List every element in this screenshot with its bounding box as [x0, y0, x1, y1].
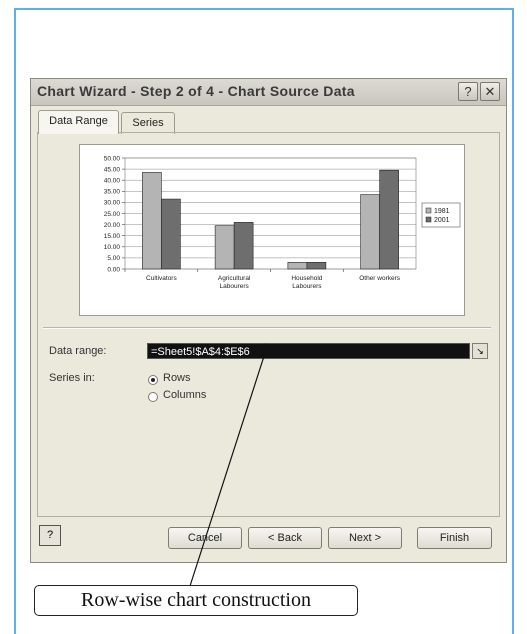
title-bar: Chart Wizard - Step 2 of 4 - Chart Sourc… — [31, 79, 506, 106]
series-in-label: Series in: — [49, 372, 95, 384]
x-tick-label: Cultivators — [146, 275, 177, 282]
callout-label: Row-wise chart construction — [34, 585, 358, 616]
legend-swatch-2001 — [425, 216, 432, 223]
legend-label-1981: 1981 — [434, 208, 450, 215]
x-tick-label: Labourers — [292, 283, 322, 290]
help-icon: ? — [46, 529, 54, 541]
legend-label-2001: 2001 — [434, 217, 450, 224]
tab-data-range[interactable]: Data Range — [38, 110, 119, 134]
callout-text: Row-wise chart construction — [81, 589, 311, 611]
y-tick-label: 15.00 — [104, 233, 121, 240]
x-tick-label: Agricultural — [218, 275, 251, 282]
y-tick-label: 50.00 — [104, 155, 121, 162]
y-tick-label: 40.00 — [104, 178, 121, 185]
columns-radio[interactable] — [148, 392, 158, 402]
x-tick-label: Household — [291, 275, 322, 282]
y-tick-label: 20.00 — [104, 222, 121, 229]
tab-data-range-label: Data Range — [49, 115, 108, 127]
bar-2001-3 — [379, 169, 399, 270]
collapse-dialog-button[interactable]: ↘ — [472, 343, 488, 359]
bar-2001-1 — [233, 222, 254, 270]
dialog-title: Chart Wizard - Step 2 of 4 - Chart Sourc… — [37, 83, 355, 99]
close-icon[interactable]: ✕ — [480, 82, 500, 101]
collapse-icon: ↘ — [476, 346, 484, 356]
help-title-button[interactable]: ? — [458, 82, 478, 101]
back-button[interactable]: < Back — [248, 527, 322, 549]
finish-button[interactable]: Finish — [417, 527, 492, 549]
data-range-input[interactable]: =Sheet5!$A$4:$E$6 — [147, 343, 470, 359]
y-tick-label: 10.00 — [104, 244, 121, 251]
x-tick-label: Other workers — [359, 275, 401, 282]
help-button[interactable]: ? — [39, 525, 61, 546]
cancel-button[interactable]: Cancel — [168, 527, 242, 549]
separator — [43, 327, 491, 329]
data-range-value: =Sheet5!$A$4:$E$6 — [151, 346, 250, 358]
next-button[interactable]: Next > — [328, 527, 402, 549]
bar-1981-1 — [214, 225, 235, 270]
rows-radio-label[interactable]: Rows — [163, 372, 191, 384]
y-tick-label: 45.00 — [104, 166, 121, 173]
legend-swatch-1981 — [425, 207, 432, 214]
x-tick-label: Labourers — [219, 283, 249, 290]
y-tick-label: 0.00 — [107, 266, 120, 273]
rows-radio[interactable] — [148, 375, 158, 385]
bar-2001-0 — [161, 198, 181, 270]
bar-1981-2 — [287, 262, 308, 270]
y-tick-label: 35.00 — [104, 189, 121, 196]
y-tick-label: 25.00 — [104, 211, 121, 218]
bar-1981-0 — [142, 172, 162, 270]
y-tick-label: 5.00 — [107, 255, 120, 262]
radio-selected-dot — [151, 378, 155, 382]
chart-svg: 50.00 45.00 40.00 35.00 30.00 25.00 20.00 15.00… — [104, 155, 461, 290]
y-tick-label: 30.00 — [104, 200, 121, 207]
data-range-label: Data range: — [49, 345, 107, 357]
tab-series[interactable]: Series — [121, 112, 175, 134]
columns-radio-label[interactable]: Columns — [163, 389, 206, 401]
chart-preview: 50.00 45.00 40.00 35.00 30.00 25.00 20.00 15.00… — [79, 144, 465, 316]
chart-wizard-dialog: Chart Wizard - Step 2 of 4 - Chart Sourc… — [30, 78, 507, 563]
bar-1981-3 — [360, 194, 380, 270]
bar-2001-2 — [306, 262, 327, 270]
tab-series-label: Series — [132, 117, 164, 129]
